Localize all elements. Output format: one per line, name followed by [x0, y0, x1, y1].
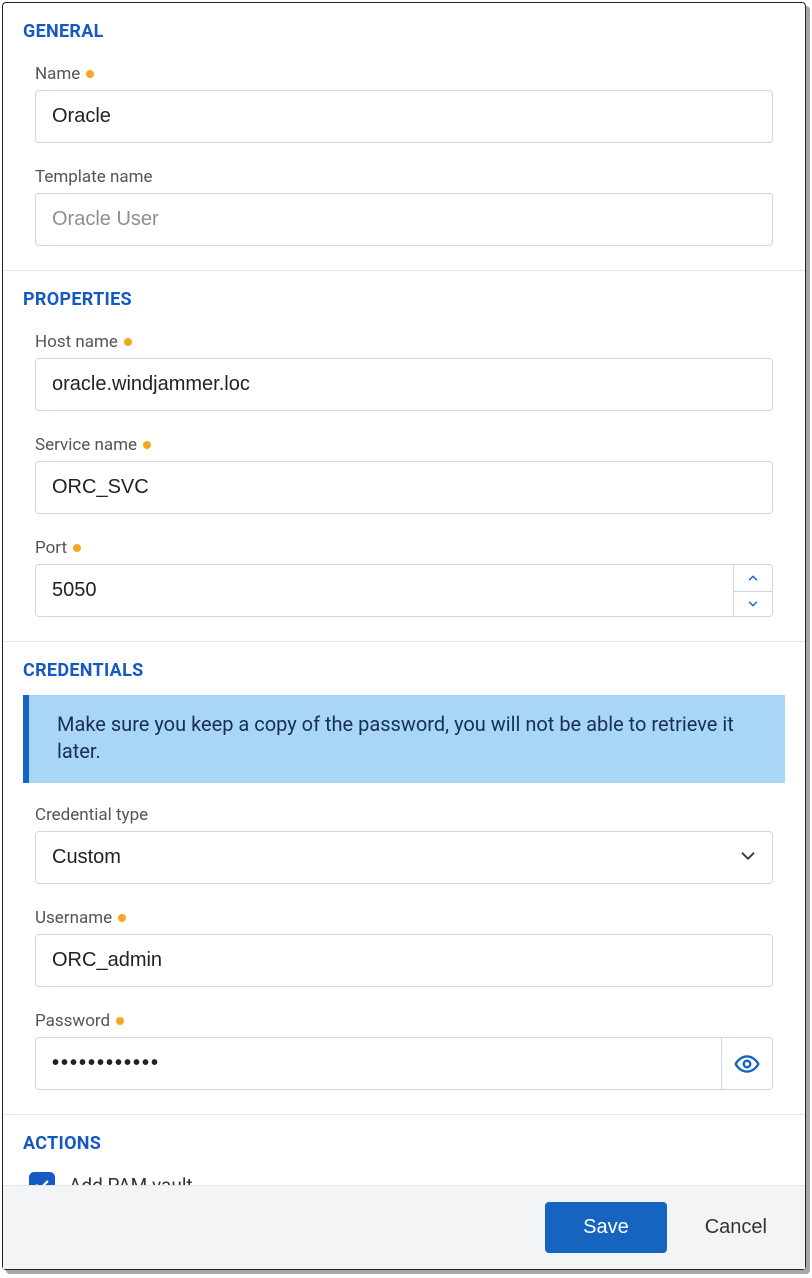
field-port: Port: [23, 530, 785, 633]
field-username: Username: [23, 900, 785, 1003]
dialog-frame: GENERAL Name Template name PROPERTIES: [2, 2, 806, 1270]
required-dot-icon: [118, 914, 126, 922]
chevron-up-icon: [746, 571, 760, 585]
save-button[interactable]: Save: [545, 1202, 667, 1253]
host-name-label: Host name: [35, 332, 118, 352]
required-dot-icon: [143, 441, 151, 449]
service-name-input[interactable]: [35, 461, 773, 514]
check-icon: [33, 1176, 51, 1185]
chevron-down-icon: [746, 597, 760, 611]
port-label: Port: [35, 538, 67, 558]
credential-type-label: Credential type: [35, 805, 148, 825]
required-dot-icon: [73, 544, 81, 552]
cancel-button[interactable]: Cancel: [695, 1202, 777, 1253]
field-template-name: Template name: [23, 159, 785, 262]
username-label: Username: [35, 908, 112, 928]
credential-type-select-wrap: [35, 831, 773, 884]
credential-type-select[interactable]: [35, 831, 773, 884]
name-label-row: Name: [35, 64, 773, 84]
password-label: Password: [35, 1011, 110, 1031]
section-properties-title: PROPERTIES: [23, 289, 785, 310]
port-label-row: Port: [35, 538, 773, 558]
host-name-input[interactable]: [35, 358, 773, 411]
username-input[interactable]: [35, 934, 773, 987]
service-label-row: Service name: [35, 435, 773, 455]
section-credentials-title: CREDENTIALS: [23, 660, 785, 681]
username-label-row: Username: [35, 908, 773, 928]
eye-icon: [734, 1051, 760, 1077]
field-host-name: Host name: [23, 324, 785, 427]
password-label-row: Password: [35, 1011, 773, 1031]
required-dot-icon: [116, 1017, 124, 1025]
required-dot-icon: [124, 338, 132, 346]
required-dot-icon: [86, 70, 94, 78]
section-actions: ACTIONS Add PAM vault: [3, 1114, 805, 1185]
section-general: GENERAL Name Template name: [3, 3, 805, 270]
template-label-row: Template name: [35, 167, 773, 187]
add-pam-vault-row: Add PAM vault: [23, 1168, 785, 1185]
template-name-label: Template name: [35, 167, 153, 187]
dialog-footer: Save Cancel: [3, 1185, 805, 1269]
field-password: Password: [23, 1003, 785, 1106]
port-decrement-button[interactable]: [734, 591, 772, 617]
section-properties: PROPERTIES Host name Service name Port: [3, 270, 805, 641]
host-label-row: Host name: [35, 332, 773, 352]
add-pam-vault-checkbox[interactable]: [29, 1172, 55, 1185]
section-actions-title: ACTIONS: [23, 1133, 785, 1154]
port-increment-button[interactable]: [734, 565, 772, 591]
name-label: Name: [35, 64, 80, 84]
port-input[interactable]: [35, 564, 733, 617]
password-input[interactable]: [35, 1037, 721, 1090]
service-name-label: Service name: [35, 435, 137, 455]
section-credentials: CREDENTIALS Make sure you keep a copy of…: [3, 641, 805, 1114]
section-general-title: GENERAL: [23, 21, 785, 42]
field-name: Name: [23, 56, 785, 159]
field-credential-type: Credential type: [23, 797, 785, 900]
password-row: [35, 1037, 773, 1090]
password-warning-notice: Make sure you keep a copy of the passwor…: [23, 695, 785, 783]
template-name-input[interactable]: [35, 193, 773, 246]
port-spinner-buttons: [733, 564, 773, 617]
credential-type-label-row: Credential type: [35, 805, 773, 825]
field-service-name: Service name: [23, 427, 785, 530]
add-pam-vault-label: Add PAM vault: [69, 1174, 193, 1186]
name-input[interactable]: [35, 90, 773, 143]
port-spinner: [35, 564, 773, 617]
form-scroll-area: GENERAL Name Template name PROPERTIES: [3, 3, 805, 1185]
reveal-password-button[interactable]: [721, 1037, 773, 1090]
